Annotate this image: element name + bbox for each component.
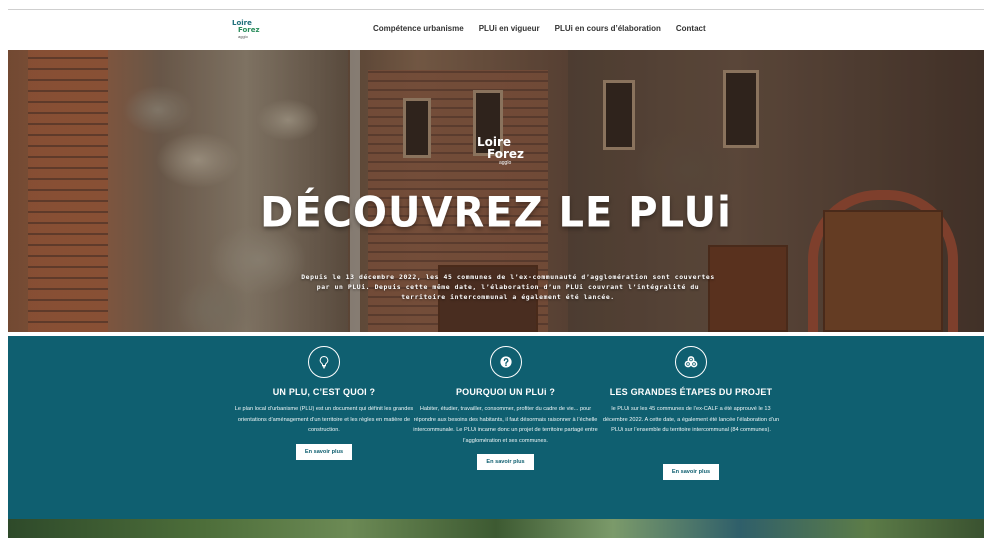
en-savoir-plus-button[interactable]: En savoir plus <box>662 463 720 480</box>
menu-item-competence-urbanisme[interactable]: Compétence urbanisme <box>373 24 464 33</box>
card-title: POURQUOI UN PLUi ? <box>455 387 556 397</box>
hero-intro-text: Depuis le 13 décembre 2022, les 45 commu… <box>301 273 715 301</box>
card-title: UN PLU, C’EST QUOI ? <box>272 387 376 397</box>
en-savoir-plus-button[interactable]: En savoir plus <box>295 443 353 460</box>
site-logo[interactable]: Loire Forez agglo <box>232 20 262 42</box>
hero-logo-line3: agglo <box>499 160 512 166</box>
hero-title: DÉCOUVREZ LE PLUi <box>260 188 732 238</box>
card-text: Le plan local d’urbanisme (PLU) est un d… <box>234 406 414 433</box>
card-grandes-etapes: LES GRANDES ÉTAPES DU PROJET le PLUi sur… <box>601 336 781 480</box>
bottom-landscape-image <box>8 519 984 538</box>
coins-icon <box>675 346 707 378</box>
info-cards-section: UN PLU, C’EST QUOI ? Le plan local d’urb… <box>8 336 984 519</box>
card-text: le PLUi sur les 45 communes de l’ex-CALF… <box>602 406 780 433</box>
card-pourquoi-plui: POURQUOI UN PLUi ? Habiter, étudier, tra… <box>413 336 598 470</box>
menu-item-plui-en-vigueur[interactable]: PLUi en vigueur <box>479 24 540 33</box>
menu-item-contact[interactable]: Contact <box>676 24 706 33</box>
question-icon <box>489 346 522 378</box>
logo-line2: Forez <box>238 26 260 34</box>
main-menu: Compétence urbanisme PLUi en vigueur PLU… <box>373 24 721 33</box>
card-un-plu: UN PLU, C’EST QUOI ? Le plan local d’urb… <box>234 336 414 460</box>
menu-item-plui-elaboration[interactable]: PLUi en cours d’élaboration <box>555 24 661 33</box>
lightbulb-icon <box>308 346 340 378</box>
card-title: LES GRANDES ÉTAPES DU PROJET <box>609 387 773 397</box>
hero-logo: Loire Forez agglo <box>477 136 537 176</box>
hero-banner: Loire Forez agglo DÉCOUVREZ LE PLUi Depu… <box>8 50 984 332</box>
en-savoir-plus-button[interactable]: En savoir plus <box>477 454 534 470</box>
card-text: Habiter, étudier, travailler, consommer,… <box>413 406 598 444</box>
hero-logo-line2: Forez <box>487 147 524 161</box>
logo-line3: agglo <box>238 34 248 39</box>
site-header: Loire Forez agglo Compétence urbanisme P… <box>8 10 984 50</box>
